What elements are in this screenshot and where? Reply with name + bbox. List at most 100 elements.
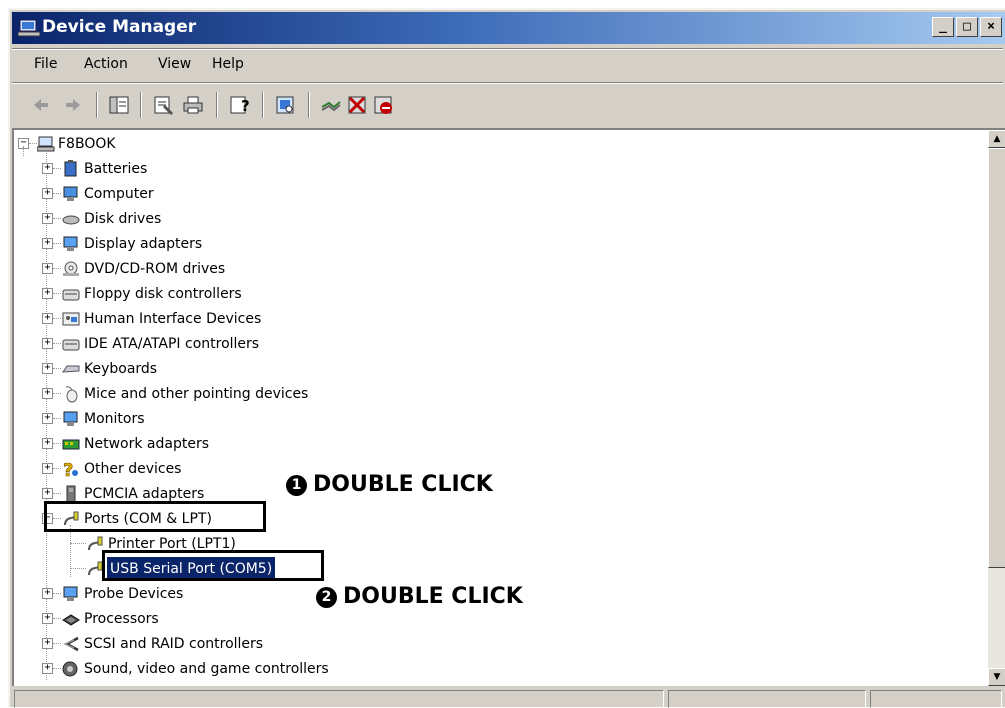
minimize-button[interactable]: _ (932, 17, 954, 37)
tree-item-label: SCSI and RAID controllers (84, 636, 264, 652)
tree-line (53, 168, 61, 169)
expand-toggle[interactable]: + (42, 238, 53, 249)
tree-line (53, 193, 61, 194)
tree-item-label: DVD/CD-ROM drives (84, 261, 226, 277)
probe-device-icon (63, 586, 78, 601)
step-number-badge: 2 (316, 587, 337, 608)
back-icon[interactable] (30, 94, 52, 116)
status-bar (12, 688, 1005, 708)
expand-toggle[interactable]: + (42, 613, 53, 624)
update-driver-icon[interactable] (320, 94, 342, 116)
expand-toggle[interactable]: + (42, 188, 53, 199)
dvd-drive-icon (63, 261, 79, 276)
tree-line (70, 568, 86, 569)
status-panel (668, 690, 866, 708)
tree-line (53, 293, 61, 294)
keyboard-icon (62, 365, 80, 373)
scan-hardware-icon[interactable] (274, 94, 296, 116)
device-manager-icon (18, 19, 40, 37)
tree-line (53, 243, 61, 244)
help-icon[interactable]: ? (228, 94, 250, 116)
show-hide-tree-icon[interactable] (108, 94, 130, 116)
expand-toggle[interactable]: + (42, 463, 53, 474)
expand-toggle[interactable]: + (42, 263, 53, 274)
expand-toggle[interactable]: + (42, 438, 53, 449)
menu-file[interactable]: File (34, 56, 57, 72)
unknown-device-icon: ? (63, 460, 78, 478)
tree-item-label: Display adapters (84, 236, 203, 252)
expand-toggle[interactable]: + (42, 413, 53, 424)
annotation-text: DOUBLE CLICK (343, 584, 523, 609)
tree-line (53, 493, 61, 494)
toolbar: ? (12, 86, 1005, 124)
print-icon[interactable] (182, 94, 204, 116)
scroll-down-arrow-icon[interactable]: ▼ (988, 668, 1005, 686)
network-adapter-icon (62, 439, 80, 450)
tree-line (53, 443, 61, 444)
battery-icon (64, 160, 77, 177)
toolbar-divider (216, 92, 218, 118)
properties-icon[interactable] (152, 94, 174, 116)
expand-toggle[interactable]: + (42, 588, 53, 599)
tree-item-label: Floppy disk controllers (84, 286, 242, 302)
expand-toggle[interactable]: + (42, 338, 53, 349)
controller-icon (62, 289, 80, 301)
monitor-icon (63, 411, 78, 426)
processor-icon (62, 614, 80, 626)
expand-toggle[interactable]: + (42, 488, 53, 499)
annotation-text: DOUBLE CLICK (313, 472, 493, 497)
display-adapter-icon (63, 236, 78, 251)
tree-item-label: IDE ATA/ATAPI controllers (84, 336, 260, 352)
tree-line (53, 343, 61, 344)
annotation-step-2: 2 DOUBLE CLICK (316, 584, 523, 609)
tree-item-label: Disk drives (84, 211, 162, 227)
window-title: Device Manager (42, 17, 197, 37)
menu-view[interactable]: View (158, 56, 191, 72)
expand-toggle[interactable]: + (42, 388, 53, 399)
tree-line (70, 525, 71, 577)
tree-line (53, 268, 61, 269)
expand-toggle[interactable]: + (42, 363, 53, 374)
disable-icon[interactable] (372, 94, 394, 116)
menu-help[interactable]: Help (212, 56, 244, 72)
tree-line (53, 668, 61, 669)
tree-item-label: Other devices (84, 461, 182, 477)
tree-line (23, 146, 24, 156)
uninstall-icon[interactable] (346, 94, 368, 116)
menu-action[interactable]: Action (84, 56, 128, 72)
close-button[interactable]: × (980, 17, 1002, 37)
expand-toggle[interactable]: + (42, 163, 53, 174)
highlight-usb-serial-port (102, 550, 324, 581)
scroll-up-arrow-icon[interactable]: ▲ (988, 130, 1005, 148)
tree-line (53, 643, 61, 644)
expand-toggle[interactable]: + (42, 288, 53, 299)
tree-item-label: Monitors (84, 411, 145, 427)
tree-line (53, 418, 61, 419)
scroll-thumb[interactable] (988, 148, 1005, 568)
forward-icon[interactable] (62, 94, 84, 116)
tree-line (53, 368, 61, 369)
toolbar-divider (262, 92, 264, 118)
expand-toggle[interactable]: + (42, 663, 53, 674)
expand-toggle[interactable]: + (42, 213, 53, 224)
tree-line (70, 543, 86, 544)
tree-item-label: Mice and other pointing devices (84, 386, 309, 402)
title-bar[interactable]: Device Manager _ □ × (12, 12, 1005, 44)
tree-root[interactable]: − F8BOOK (14, 132, 984, 156)
tree-item-label: Keyboards (84, 361, 158, 377)
vertical-scrollbar[interactable]: ▲ ▼ (988, 130, 1005, 686)
highlight-ports (44, 501, 266, 532)
annotation-step-1: 1 DOUBLE CLICK (286, 472, 493, 497)
expand-toggle[interactable]: + (42, 638, 53, 649)
tree-item-label: Human Interface Devices (84, 311, 262, 327)
maximize-button[interactable]: □ (956, 17, 978, 37)
scsi-icon (63, 636, 79, 652)
tree-line (53, 593, 61, 594)
svg-text:?: ? (241, 97, 250, 115)
toolbar-separator (12, 82, 1003, 84)
tree-line (53, 393, 61, 394)
svg-text:?: ? (63, 460, 73, 478)
sound-icon (62, 661, 78, 677)
expand-toggle[interactable]: + (42, 313, 53, 324)
computer-icon (63, 186, 78, 201)
